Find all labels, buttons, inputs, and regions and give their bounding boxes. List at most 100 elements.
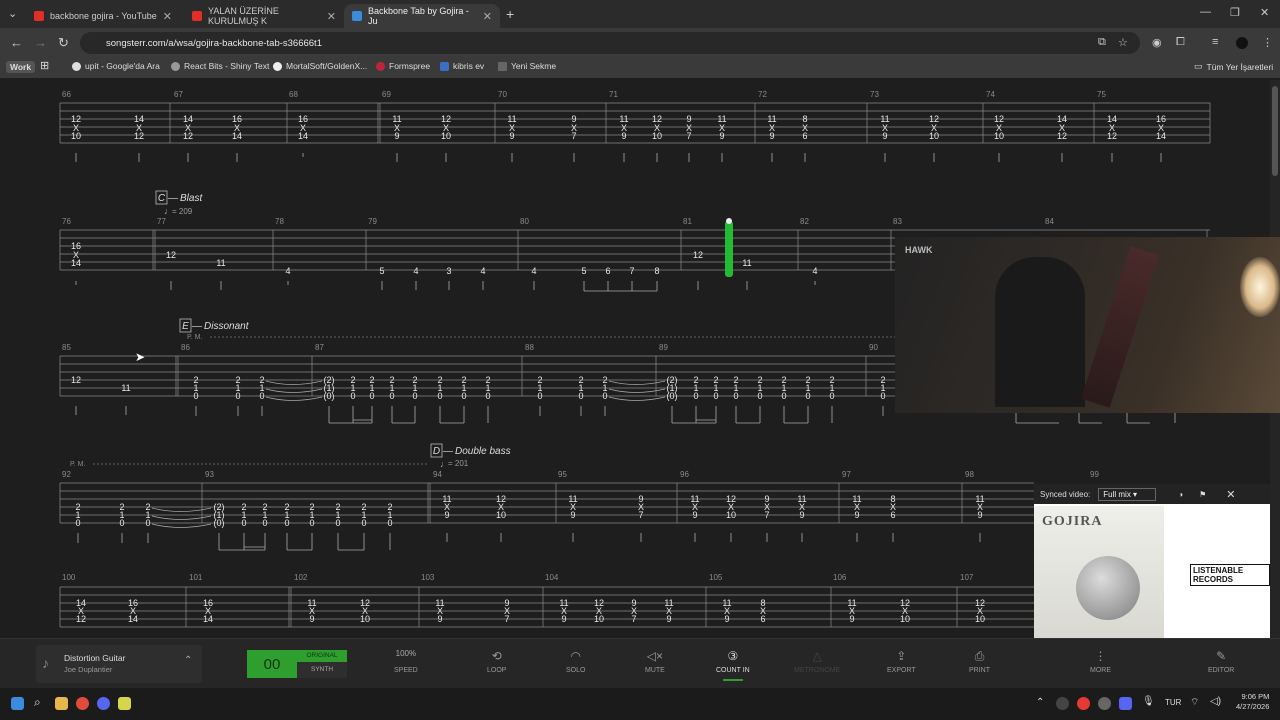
svg-text:0: 0 — [309, 518, 314, 528]
svg-text:12: 12 — [1107, 131, 1117, 141]
mute-button[interactable]: ◁× MUTE — [645, 649, 665, 674]
bookmark-new-tab[interactable]: Yeni Sekme — [498, 61, 556, 71]
select-value: Full mix — [1103, 489, 1131, 499]
bookmark-label: upit - Google'da Ara — [85, 61, 160, 71]
audio-sync-icon[interactable]: ◑ — [1178, 490, 1183, 499]
svg-text:0: 0 — [602, 391, 607, 401]
audio-mix-select[interactable]: Full mix ▾ — [1098, 487, 1157, 501]
bookmark-star-icon[interactable]: ☆ — [1118, 36, 1128, 49]
svg-text:10: 10 — [496, 510, 506, 520]
speed-button[interactable]: 100% SPEED — [394, 649, 418, 674]
artist-name: Joe Duplantier — [64, 665, 113, 674]
tab-songsterr[interactable]: Backbone Tab by Gojira - Ju ✕ — [344, 4, 500, 28]
synth-option[interactable]: SYNTH — [297, 662, 347, 678]
tray-app-icon[interactable] — [1098, 697, 1111, 710]
all-bookmarks[interactable]: ▭ Tüm Yer İşaretleri — [1194, 61, 1273, 72]
bookmark-formspree[interactable]: Formspree — [376, 61, 430, 71]
close-tab-icon[interactable]: ✕ — [163, 10, 172, 23]
reload-icon[interactable]: ↻ — [58, 35, 69, 51]
svg-text:0: 0 — [412, 391, 417, 401]
volume-icon[interactable]: ◁) — [1210, 696, 1221, 707]
bookmark-work[interactable]: Work — [6, 61, 36, 73]
svg-text:4: 4 — [413, 266, 418, 276]
playhead-cursor[interactable] — [725, 221, 733, 277]
restore-icon[interactable]: ❐ — [1230, 6, 1240, 19]
counter-value: 00 — [263, 655, 281, 673]
editor-button[interactable]: ✎ EDITOR — [1208, 649, 1234, 674]
chrome-icon[interactable] — [76, 697, 89, 710]
close-tab-icon[interactable]: ✕ — [483, 10, 492, 23]
chevron-up-icon[interactable]: ⌃ — [184, 655, 192, 666]
tray-app-icon[interactable] — [1077, 697, 1090, 710]
start-icon[interactable] — [11, 697, 24, 710]
bookmark-kibris[interactable]: kibris ev — [440, 61, 484, 71]
headphones-icon: ◠ — [570, 649, 581, 663]
editor-label: EDITOR — [1208, 667, 1235, 674]
play-counter-button[interactable]: 00 — [247, 650, 297, 678]
bookmark-google[interactable]: upit - Google'da Ara — [72, 61, 160, 71]
svg-text:0: 0 — [350, 391, 355, 401]
audio-source-toggle[interactable]: ORIGINAL SYNTH — [297, 650, 347, 678]
language-indicator[interactable]: TUR — [1165, 698, 1181, 707]
menu-icon[interactable]: ⋮ — [1262, 36, 1273, 49]
bookmark-reactbits[interactable]: React Bits - Shiny Text — [171, 61, 269, 71]
close-window-icon[interactable]: ✕ — [1260, 6, 1269, 19]
rhythm-stems-row-1 — [75, 153, 1162, 162]
close-video-icon[interactable]: ✕ — [1226, 488, 1235, 501]
print-button[interactable]: ⎙ PRINT — [969, 649, 990, 674]
instrument-selector[interactable]: ♪ Distortion Guitar Joe Duplantier ⌃ — [36, 645, 202, 683]
notepad-icon[interactable] — [118, 697, 131, 710]
bar-numbers-row-1: 66 67 68 69 70 71 72 73 74 75 — [62, 90, 1106, 99]
minimize-icon[interactable]: — — [1200, 6, 1211, 18]
network-icon[interactable]: ⌔ — [1190, 696, 1199, 709]
back-icon[interactable]: ← — [10, 35, 23, 50]
close-tab-icon[interactable]: ✕ — [327, 10, 336, 23]
microphone-icon[interactable]: 🎙 — [1142, 696, 1155, 707]
svg-text:11: 11 — [121, 383, 130, 393]
install-icon[interactable]: ⧉ — [1098, 36, 1106, 49]
loop-button[interactable]: ⟲ LOOP — [487, 649, 506, 674]
synced-video-frame[interactable]: HAWK — [895, 237, 1280, 413]
apps-grid-icon[interactable]: ⊞ — [40, 59, 49, 72]
search-icon[interactable]: ⌕ — [34, 695, 41, 710]
clock[interactable]: 9:06 PM 4/27/2026 — [1236, 692, 1269, 712]
tab-youtube-1[interactable]: backbone gojira - YouTube ✕ — [26, 4, 180, 28]
scrollbar-thumb[interactable] — [1272, 86, 1278, 176]
tray-chevron-icon[interactable]: ⌃ — [1036, 697, 1044, 708]
original-option[interactable]: ORIGINAL — [297, 650, 347, 662]
bar-number: 93 — [205, 470, 214, 479]
tab-youtube-2[interactable]: YALAN ÜZERİNE KURULMUŞ K ✕ — [184, 4, 344, 28]
metronome-button[interactable]: △ METRONOME — [794, 649, 840, 674]
svg-text:9: 9 — [882, 131, 887, 141]
tab-search-icon[interactable]: ⌄ — [8, 7, 17, 20]
svg-text:0: 0 — [485, 391, 490, 401]
svg-text:10: 10 — [71, 131, 81, 141]
speaker-mute-icon: ◁× — [646, 649, 664, 663]
svg-text:7: 7 — [571, 131, 576, 141]
avatar[interactable] — [1236, 37, 1248, 49]
count-in-button[interactable]: ③ COUNT IN — [716, 649, 750, 681]
tray-app-icon[interactable] — [1056, 697, 1069, 710]
metronome-icon: △ — [812, 649, 822, 663]
report-flag-icon[interactable]: ⚑ — [1199, 490, 1206, 499]
bookmark-github[interactable]: MortalSoft/GoldenX... — [273, 61, 367, 71]
address-bar[interactable]: songsterr.com/a/wsa/gojira-backbone-tab-… — [80, 32, 1140, 54]
extensions-icon[interactable]: ⧠ — [1176, 36, 1185, 49]
file-explorer-icon[interactable] — [55, 697, 68, 710]
solo-button[interactable]: ◠ SOLO — [566, 649, 585, 674]
more-button[interactable]: ⋮ MORE — [1090, 649, 1111, 674]
media-icon[interactable]: ≡ — [1212, 36, 1218, 48]
bar-number: 83 — [893, 217, 902, 226]
svg-text:0: 0 — [119, 518, 124, 528]
svg-text:6: 6 — [802, 131, 807, 141]
discord-icon[interactable] — [97, 697, 110, 710]
new-tab-icon[interactable]: + — [506, 6, 514, 22]
tray-discord-icon[interactable] — [1119, 697, 1132, 710]
rhythm-stems-row-2 — [75, 281, 816, 292]
tab-title: backbone gojira - YouTube — [50, 11, 157, 21]
forward-icon[interactable]: → — [34, 35, 47, 50]
camera-icon[interactable]: ◉ — [1152, 36, 1162, 49]
export-button[interactable]: ⇪ EXPORT — [887, 649, 916, 674]
mute-label: MUTE — [645, 667, 665, 674]
svg-text:6: 6 — [605, 266, 610, 276]
